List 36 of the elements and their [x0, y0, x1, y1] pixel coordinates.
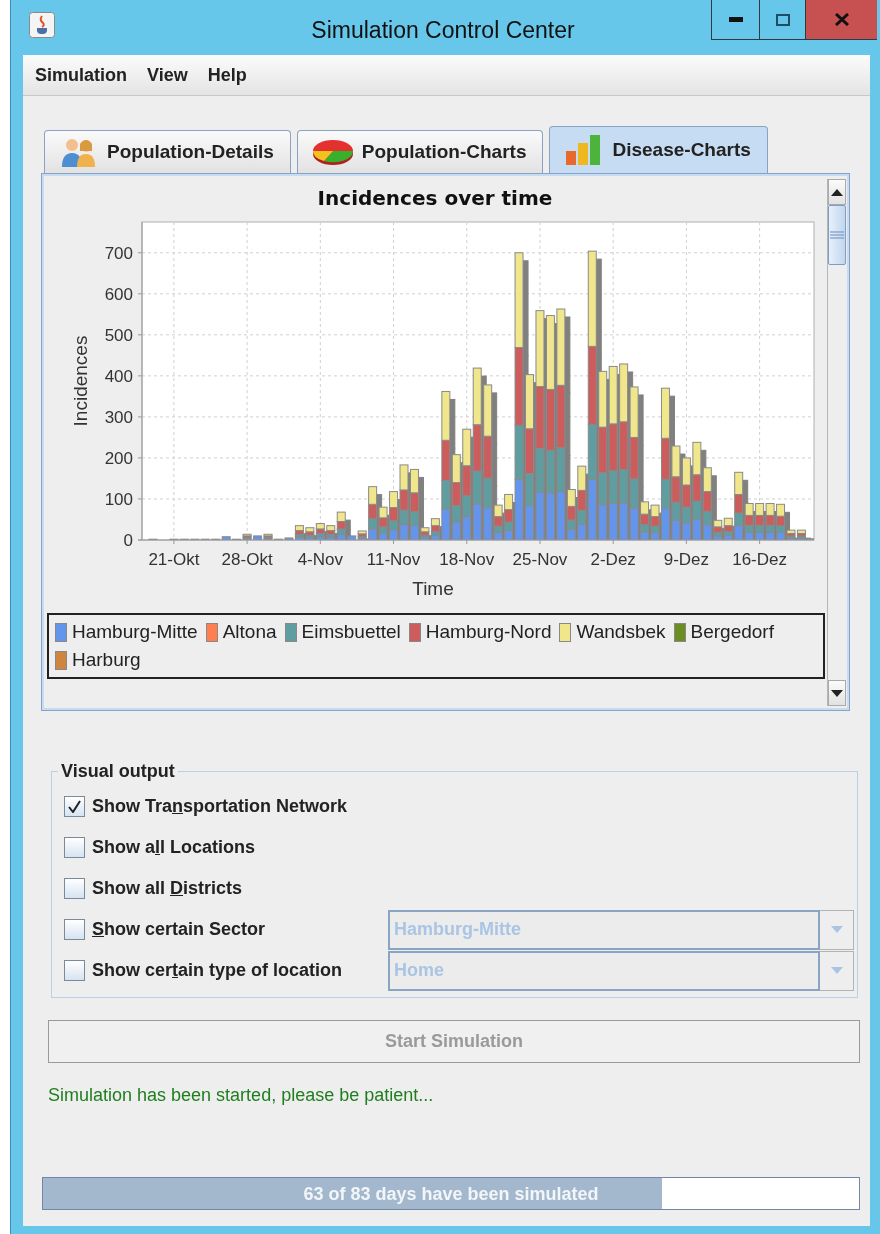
checkbox-label: Show all Districts	[92, 878, 244, 899]
axis-title: Incidences	[70, 335, 91, 427]
axis-tick-label: 16-Dez	[732, 550, 787, 569]
progress-text: 63 of 83 days have been simulated	[303, 1183, 599, 1204]
axis-tick-label: 0	[123, 531, 133, 550]
axis-tick-label: 700	[104, 243, 133, 263]
axis-tick-label: 4-Nov	[297, 550, 343, 569]
chart-title: Incidences over time	[317, 186, 553, 210]
axis-tick-label: 9-Dez	[663, 550, 710, 569]
axis-tick-label: 11-Nov	[366, 550, 421, 569]
legend-label: Hamburg-Nord	[425, 621, 552, 643]
axis-title: Time	[412, 578, 454, 599]
axis-tick-label: 25-Nov	[512, 550, 568, 569]
axis-tick-label: 28-Okt	[221, 550, 273, 569]
axis-tick-label: 2-Dez	[590, 550, 636, 569]
axis-tick-label: 21-Okt	[148, 550, 200, 569]
legend-label: Bergedorf	[690, 621, 774, 643]
status-message: Simulation has been started, please be patient...	[48, 1085, 435, 1106]
axis-tick-label: 300	[104, 407, 133, 427]
legend-label: Eimsbuettel	[301, 621, 401, 643]
checkbox-label: Show Transportation Network	[92, 796, 349, 817]
legend-label: Hamburg-Mitte	[72, 621, 198, 643]
axis-tick-label: 400	[104, 366, 133, 386]
checkbox-label: Show all Locations	[92, 837, 257, 858]
axis-tick-label: 600	[104, 284, 133, 304]
checkbox-label: Show certain Sector	[92, 919, 267, 940]
checkbox-label: Show certain type of location	[92, 960, 344, 981]
legend-label: Altona	[222, 621, 277, 643]
window-title: Simulation Control Center	[310, 17, 576, 44]
group-title: Visual output	[60, 761, 176, 782]
legend-label: Harburg	[72, 649, 141, 671]
legend-label: Wandsbek	[576, 621, 666, 643]
axis-tick-label: 100	[104, 489, 133, 509]
axis-tick-label: 18-Nov	[439, 550, 495, 569]
axis-tick-label: 500	[104, 325, 133, 345]
axis-tick-label: 200	[104, 448, 133, 468]
